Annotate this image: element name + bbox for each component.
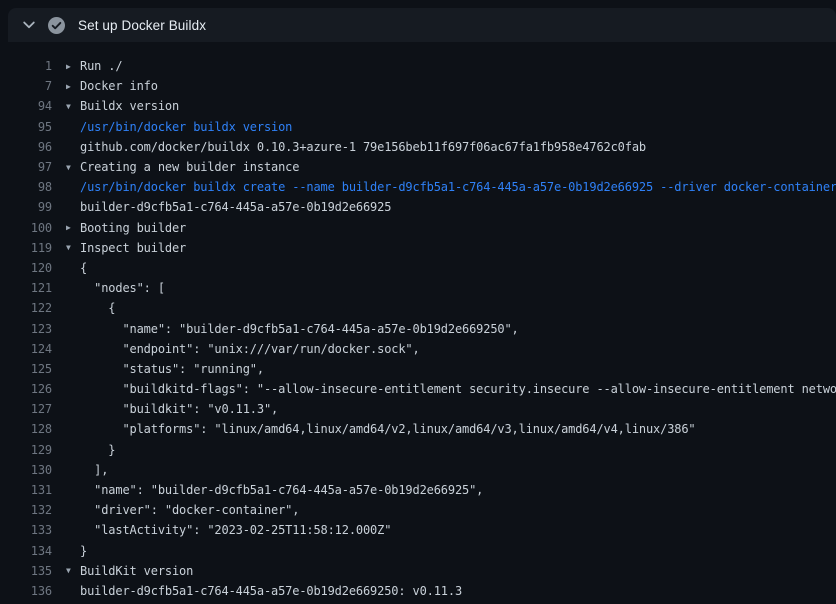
line-number[interactable]: 96	[0, 140, 52, 154]
log-line: 128 "platforms": "linux/amd64,linux/amd6…	[0, 419, 836, 439]
log-line: 133 "lastActivity": "2023-02-25T11:58:12…	[0, 520, 836, 540]
command-text: /usr/bin/docker buildx create --name bui…	[80, 180, 836, 194]
log-line: 99 builder-d9cfb5a1-c764-445a-a57e-0b19d2…	[0, 197, 836, 217]
log-line: 130 ],	[0, 460, 836, 480]
line-number[interactable]: 128	[0, 422, 52, 436]
output-text: {	[80, 301, 115, 315]
line-number[interactable]: 133	[0, 523, 52, 537]
output-text: "name": "builder-d9cfb5a1-c764-445a-a57e…	[80, 483, 483, 497]
output-text: "nodes": [	[80, 281, 165, 295]
output-text: "buildkitd-flags": "--allow-insecure-ent…	[80, 382, 836, 396]
log-line: 132 "driver": "docker-container",	[0, 500, 836, 520]
log-line: 131 "name": "builder-d9cfb5a1-c764-445a-…	[0, 480, 836, 500]
log-line: 134}	[0, 541, 836, 561]
line-number[interactable]: 99	[0, 200, 52, 214]
log-line: 120 {	[0, 258, 836, 278]
log-line: 97▼Creating a new builder instance	[0, 157, 836, 177]
log-line: 119▼Inspect builder	[0, 238, 836, 258]
line-number[interactable]: 123	[0, 322, 52, 336]
chevron-down-icon[interactable]	[21, 17, 37, 33]
group-title-text[interactable]: Run ./	[80, 59, 122, 73]
line-number[interactable]: 126	[0, 382, 52, 396]
expand-caret-icon[interactable]: ▶	[52, 62, 80, 71]
log-line: 121 "nodes": [	[0, 278, 836, 298]
log-line: 123 "name": "builder-d9cfb5a1-c764-445a-…	[0, 318, 836, 338]
line-number[interactable]: 121	[0, 281, 52, 295]
log-line: 124 "endpoint": "unix:///var/run/docker.…	[0, 339, 836, 359]
output-text: "name": "builder-d9cfb5a1-c764-445a-a57e…	[80, 322, 519, 336]
log-line: 1▶Run ./	[0, 56, 836, 76]
line-number[interactable]: 135	[0, 564, 52, 578]
line-number[interactable]: 119	[0, 241, 52, 255]
output-text: ],	[80, 463, 108, 477]
log-line: 129 }	[0, 440, 836, 460]
command-text: /usr/bin/docker buildx version	[80, 120, 292, 134]
log-line: 126 "buildkitd-flags": "--allow-insecure…	[0, 379, 836, 399]
line-number[interactable]: 122	[0, 301, 52, 315]
line-number[interactable]: 127	[0, 402, 52, 416]
line-number[interactable]: 132	[0, 503, 52, 517]
log-line: 136 builder-d9cfb5a1-c764-445a-a57e-0b19d…	[0, 581, 836, 601]
log-line: 98/usr/bin/docker buildx create --name b…	[0, 177, 836, 197]
expand-caret-icon[interactable]: ▼	[52, 102, 80, 111]
output-text: {	[80, 261, 87, 275]
log-line: 96 github.com/docker/buildx 0.10.3+azure-…	[0, 137, 836, 157]
expand-caret-icon[interactable]: ▶	[52, 82, 80, 91]
line-number[interactable]: 100	[0, 221, 52, 235]
expand-caret-icon[interactable]: ▶	[52, 223, 80, 232]
output-text: "buildkit": "v0.11.3",	[80, 402, 278, 416]
log-viewer: 1▶Run ./7▶Docker info94▼Buildx version95…	[0, 42, 836, 601]
expand-caret-icon[interactable]: ▼	[52, 243, 80, 252]
line-number[interactable]: 131	[0, 483, 52, 497]
group-title-text[interactable]: Creating a new builder instance	[80, 160, 299, 174]
output-text: github.com/docker/buildx 0.10.3+azure-1 …	[80, 140, 646, 154]
line-number[interactable]: 98	[0, 180, 52, 194]
line-number[interactable]: 134	[0, 544, 52, 558]
output-text: builder-d9cfb5a1-c764-445a-a57e-0b19d2e6…	[80, 200, 391, 214]
output-text: "endpoint": "unix:///var/run/docker.sock…	[80, 342, 420, 356]
output-text: builder-d9cfb5a1-c764-445a-a57e-0b19d2e6…	[80, 584, 462, 598]
output-text: "platforms": "linux/amd64,linux/amd64/v2…	[80, 422, 696, 436]
output-text: "lastActivity": "2023-02-25T11:58:12.000…	[80, 523, 391, 537]
line-number[interactable]: 136	[0, 584, 52, 598]
output-text: "driver": "docker-container",	[80, 503, 299, 517]
line-number[interactable]: 1	[0, 59, 52, 73]
line-number[interactable]: 7	[0, 79, 52, 93]
step-title: Set up Docker Buildx	[78, 18, 206, 33]
expand-caret-icon[interactable]: ▼	[52, 566, 80, 575]
line-number[interactable]: 95	[0, 120, 52, 134]
group-title-text[interactable]: Buildx version	[80, 99, 179, 113]
group-title-text[interactable]: BuildKit version	[80, 564, 193, 578]
line-number[interactable]: 97	[0, 160, 52, 174]
log-line: 94▼Buildx version	[0, 96, 836, 116]
output-text: }	[80, 443, 115, 457]
line-number[interactable]: 125	[0, 362, 52, 376]
check-circle-icon	[48, 17, 65, 34]
log-line: 135▼BuildKit version	[0, 561, 836, 581]
group-title-text[interactable]: Inspect builder	[80, 241, 186, 255]
expand-caret-icon[interactable]: ▼	[52, 163, 80, 172]
log-line: 7▶Docker info	[0, 76, 836, 96]
group-title-text[interactable]: Docker info	[80, 79, 158, 93]
step-header[interactable]: Set up Docker Buildx	[8, 8, 836, 42]
log-line: 125 "status": "running",	[0, 359, 836, 379]
output-text: }	[80, 544, 87, 558]
line-number[interactable]: 130	[0, 463, 52, 477]
line-number[interactable]: 94	[0, 99, 52, 113]
output-text: "status": "running",	[80, 362, 264, 376]
group-title-text[interactable]: Booting builder	[80, 221, 186, 235]
log-line: 100▶Booting builder	[0, 218, 836, 238]
line-number[interactable]: 124	[0, 342, 52, 356]
log-line: 122 {	[0, 298, 836, 318]
log-line: 127 "buildkit": "v0.11.3",	[0, 399, 836, 419]
line-number[interactable]: 129	[0, 443, 52, 457]
line-number[interactable]: 120	[0, 261, 52, 275]
log-line: 95/usr/bin/docker buildx version	[0, 117, 836, 137]
